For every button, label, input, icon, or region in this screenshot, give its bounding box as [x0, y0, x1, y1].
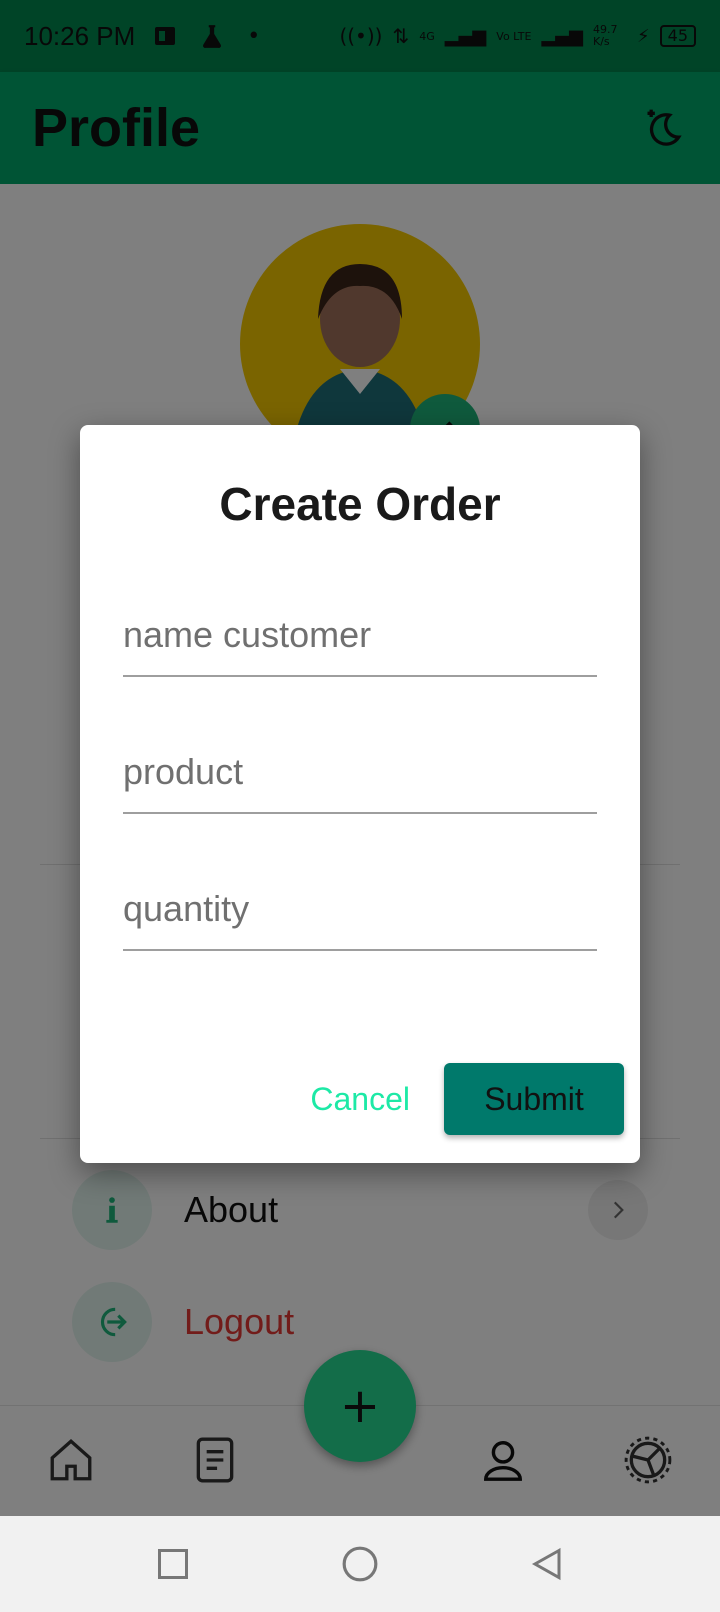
home-circle-icon[interactable] [341, 1545, 379, 1583]
fab-plus-label: + [339, 1378, 381, 1434]
back-triangle-icon[interactable] [529, 1546, 565, 1582]
create-order-dialog: Create Order Cancel Submit [80, 425, 640, 1163]
dialog-title: Create Order [219, 478, 501, 530]
product-field [123, 732, 597, 814]
submit-button[interactable]: Submit [444, 1063, 624, 1135]
name-customer-input[interactable] [123, 595, 597, 675]
quantity-input[interactable] [123, 869, 597, 949]
product-input[interactable] [123, 732, 597, 812]
name-customer-field [123, 595, 597, 677]
recents-square-icon[interactable] [155, 1546, 191, 1582]
quantity-field [123, 869, 597, 951]
system-nav-bar [0, 1516, 720, 1612]
cancel-button[interactable]: Cancel [310, 1081, 410, 1118]
dialog-actions: Cancel Submit [310, 1063, 624, 1135]
add-order-fab[interactable]: + [304, 1350, 416, 1462]
